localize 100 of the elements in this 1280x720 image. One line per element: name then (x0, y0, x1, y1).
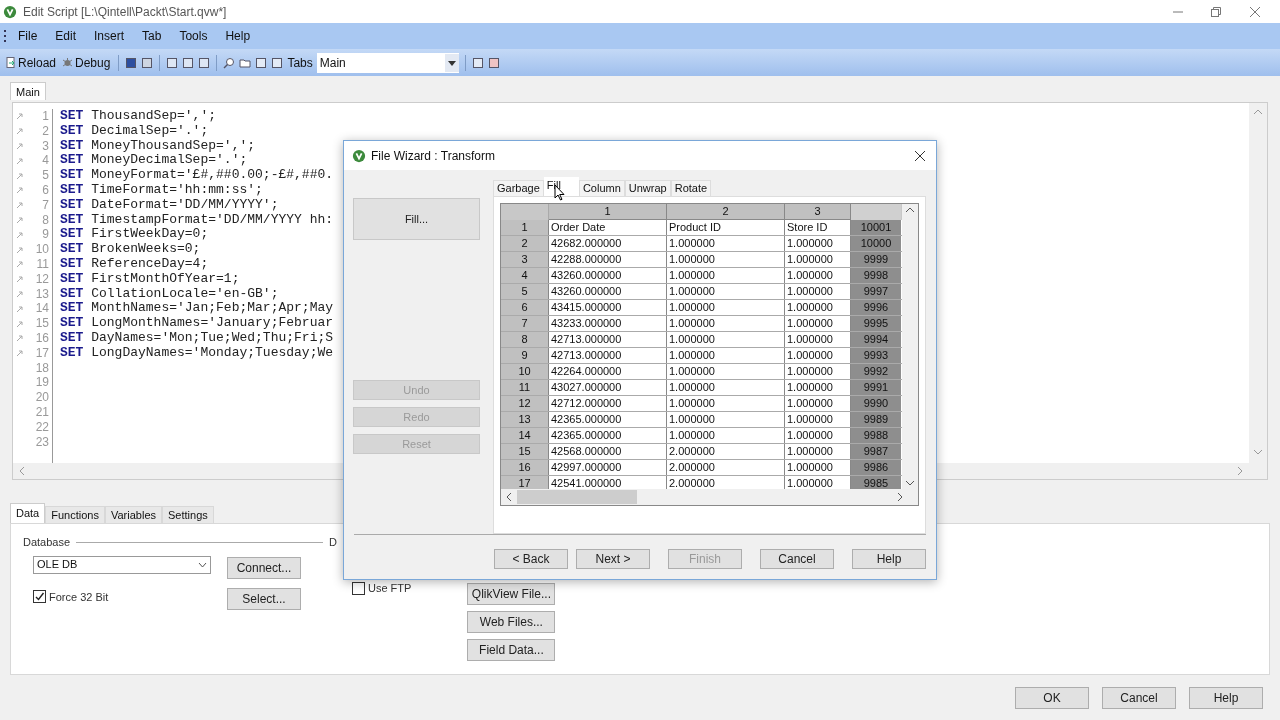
table-cell: 42365.000000 (549, 412, 667, 428)
line-number: 20 (34, 390, 50, 405)
code-keyword: SET (60, 256, 84, 272)
table-cell: 1.000000 (667, 428, 785, 444)
line-number: 3 (41, 138, 50, 154)
line-number: 23 (34, 434, 50, 450)
code-keyword: SET (60, 123, 84, 139)
table-cell: 1.000000 (667, 364, 785, 380)
code-keyword: SET (60, 109, 84, 124)
code-keyword: SET (60, 301, 84, 317)
code-text: FirstMonthOfYear=1; (91, 271, 240, 287)
code-keyword: SET (60, 168, 84, 183)
table-cell: 43260.000000 (549, 284, 667, 300)
code-text: CollationLocale='en-GB'; (91, 286, 279, 302)
code-keyword: SET (60, 227, 84, 243)
code-text: MoneyThousandSep=','; (91, 138, 256, 154)
table-cell: 42713.000000 (549, 332, 667, 348)
checkbox-label: Force 32 Bit (49, 589, 109, 605)
line-number: 11 (35, 256, 50, 272)
code-text: LongDayNames='Monday;Tuesday;We (91, 345, 334, 361)
code-text: ReferenceDay=4; (91, 256, 209, 272)
table-cell: 1.000000 (667, 412, 785, 428)
code-text: LongMonthNames='January;Februar (91, 316, 334, 331)
table-cell: 43027.000000 (549, 380, 667, 396)
table-cell: 42997.000000 (549, 460, 667, 476)
line-number: 10 (34, 242, 50, 257)
line-number: 5 (41, 168, 50, 183)
table-cell: 42713.000000 (549, 348, 667, 364)
table-cell: 9992 (851, 364, 901, 380)
table-cell: 9985 (851, 476, 901, 490)
table-cell: Order Date (549, 220, 667, 236)
code-text: TimestampFormat='DD/MM/YYYY hh: (91, 212, 334, 228)
table-cell: 9996 (851, 300, 901, 316)
line-number: 21 (34, 404, 50, 420)
code-keyword: SET (60, 197, 84, 213)
line-number: 1 (41, 109, 50, 124)
table-cell: 1.000000 (667, 252, 785, 268)
group-label: D (329, 535, 337, 550)
line-number: 22 (34, 419, 50, 435)
table-cell: 1.000000 (667, 396, 785, 412)
table-cell: 42365.000000 (549, 428, 667, 444)
table-cell: 1.000000 (667, 284, 785, 300)
code-keyword: SET (60, 345, 84, 361)
code-text: DateFormat='DD/MM/YYYY'; (91, 197, 279, 213)
table-cell: 43415.000000 (549, 300, 667, 316)
table-cell: 10000 (851, 236, 901, 252)
table-cell: 42568.000000 (549, 444, 667, 460)
table-cell: 9986 (851, 460, 901, 476)
table-cell: 10001 (851, 220, 901, 236)
line-number: 16 (34, 330, 50, 346)
line-number: 12 (34, 271, 50, 287)
checkbox-label: Use FTP (368, 580, 412, 596)
table-cell: 9993 (851, 348, 901, 364)
table-cell: 1.000000 (667, 332, 785, 348)
line-number: 17 (34, 345, 50, 361)
table-cell: 1.000000 (667, 300, 785, 316)
table-cell: 9989 (851, 412, 901, 428)
line-number: 2 (41, 123, 50, 139)
line-number: 7 (41, 197, 50, 213)
line-number: 18 (34, 360, 50, 376)
code-keyword: SET (60, 138, 84, 154)
code-text: ThousandSep=','; (91, 109, 217, 124)
code-text: TimeFormat='hh:mm:ss'; (91, 183, 263, 198)
table-cell: 9991 (851, 380, 901, 396)
table-cell: Product ID (667, 220, 785, 236)
code-keyword: SET (60, 153, 84, 169)
code-keyword: SET (60, 212, 84, 228)
code-keyword: SET (60, 316, 84, 331)
group-label: Database (23, 535, 71, 550)
code-text: FirstWeekDay=0; (91, 227, 209, 243)
table-cell: 2.000000 (667, 460, 785, 476)
code-text: MoneyFormat='£#,##0.00;-£#,##0. (91, 168, 334, 183)
code-text: DecimalSep='.'; (91, 123, 209, 139)
tabs-label: Tabs (287, 54, 313, 72)
code-keyword: SET (60, 330, 84, 346)
code-text: MonthNames='Jan;Feb;Mar;Apr;May (91, 301, 334, 317)
table-cell: 9997 (851, 284, 901, 300)
table-cell: 43233.000000 (549, 316, 667, 332)
table-cell: 9987 (851, 444, 901, 460)
table-cell: 9998 (851, 268, 901, 284)
line-number: 9 (41, 227, 50, 243)
table-cell: 1.000000 (667, 348, 785, 364)
line-number: 8 (41, 212, 50, 228)
line-number: 15 (34, 316, 50, 331)
table-cell: 1.000000 (667, 268, 785, 284)
window-title: Edit Script [L:\Qintell\Packt\Start.qvw*] (23, 3, 227, 21)
code-text: BrokenWeeks=0; (91, 242, 201, 257)
code-text: DayNames='Mon;Tue;Wed;Thu;Fri;S (91, 330, 334, 346)
code-keyword: SET (60, 271, 84, 287)
code-keyword: SET (60, 183, 84, 198)
dialog-title: File Wizard : Transform (371, 147, 496, 165)
line-number: 14 (34, 301, 50, 317)
table-cell: 42288.000000 (549, 252, 667, 268)
line-number: 6 (41, 183, 50, 198)
table-cell: 42682.000000 (549, 236, 667, 252)
code-text: MoneyDecimalSep='.'; (91, 153, 248, 169)
table-cell: 9988 (851, 428, 901, 444)
table-cell: 9990 (851, 396, 901, 412)
table-cell: 2.000000 (667, 444, 785, 460)
line-number: 19 (34, 375, 50, 391)
